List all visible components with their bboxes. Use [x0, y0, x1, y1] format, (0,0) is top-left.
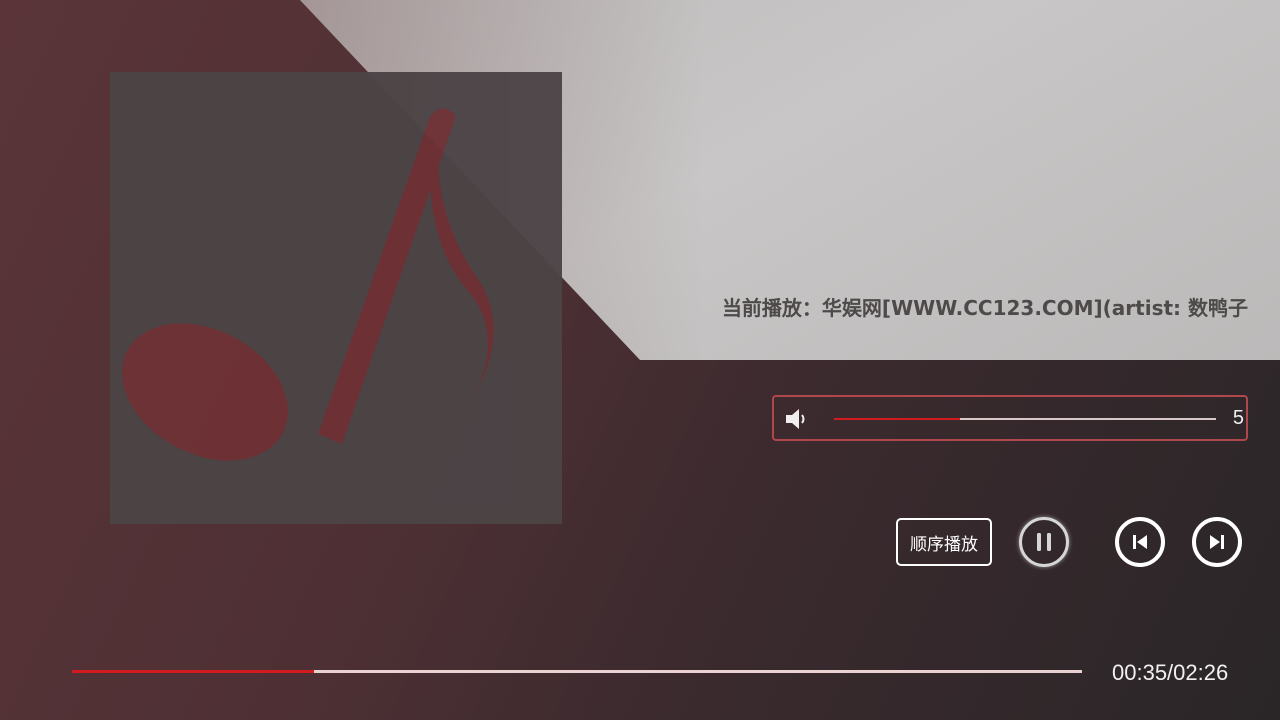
playback-progress-fill [72, 670, 315, 673]
music-player-screen: 当前播放：华娱网[WWW.CC123.COM](artist: 数鸭子 5 顺序… [0, 0, 1280, 720]
volume-control[interactable]: 5 [772, 395, 1248, 441]
album-art [110, 72, 562, 524]
play-mode-button[interactable]: 顺序播放 [896, 518, 992, 566]
volume-value: 5 [1232, 407, 1244, 429]
speaker-icon[interactable] [784, 407, 810, 431]
skip-next-icon [1210, 535, 1224, 549]
volume-slider-fill [834, 418, 961, 420]
playback-progress-bar[interactable] [72, 670, 1082, 673]
pause-icon [1037, 533, 1051, 551]
pause-button[interactable] [1019, 517, 1069, 567]
next-track-button[interactable] [1192, 517, 1242, 567]
now-playing-title: 当前播放：华娱网[WWW.CC123.COM](artist: 数鸭子 [721, 296, 1248, 320]
volume-slider[interactable] [834, 418, 1216, 420]
time-display: 00:35/02:26 [1112, 660, 1229, 685]
skip-previous-icon [1133, 535, 1147, 549]
music-note-icon [122, 108, 494, 461]
previous-track-button[interactable] [1115, 517, 1165, 567]
